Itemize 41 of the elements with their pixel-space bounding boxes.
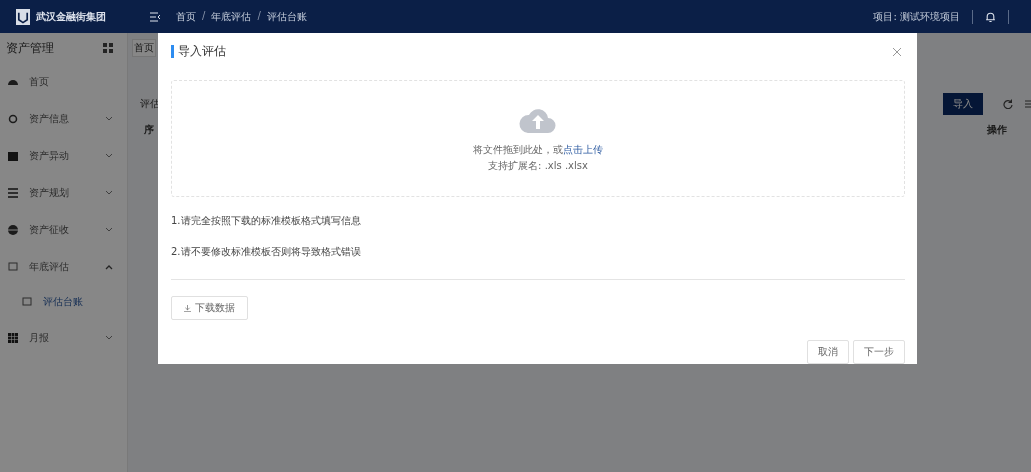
instruction-text: 2.请不要修改标准模板否则将导致格式错误 bbox=[171, 245, 362, 260]
download-icon bbox=[184, 304, 191, 312]
upload-area[interactable]: 将文件拖到此处，或点击上传 支持扩展名: .xls .xlsx bbox=[171, 80, 905, 198]
upload-link[interactable]: 点击上传 bbox=[563, 143, 603, 155]
table-icon bbox=[8, 332, 18, 343]
upload-hint: 将文件拖到此处，或点击上传 bbox=[473, 142, 603, 157]
sidebar-item[interactable]: 月报 bbox=[0, 319, 127, 356]
breadcrumb-separator: / bbox=[257, 9, 261, 23]
breadcrumb-separator: / bbox=[202, 9, 206, 23]
download-button[interactable]: 下载数据 bbox=[171, 296, 248, 320]
dialog-button[interactable]: 下一步 bbox=[853, 340, 905, 364]
menu-icon[interactable] bbox=[150, 11, 162, 22]
sidebar-item[interactable]: 资产信息 bbox=[0, 100, 127, 137]
dialog-button[interactable]: 取消 bbox=[807, 340, 849, 364]
import-button[interactable]: 导入 bbox=[943, 93, 983, 115]
close-icon[interactable] bbox=[893, 47, 901, 56]
sidebar-subitem[interactable]: 评估台账 bbox=[0, 285, 127, 319]
window-icon bbox=[22, 297, 32, 307]
logo-icon bbox=[16, 8, 30, 25]
column-header: 操作 bbox=[987, 123, 1007, 137]
dialog-title: 导入评估 bbox=[171, 45, 226, 58]
bell-icon[interactable] bbox=[985, 11, 996, 22]
column-header: 序 bbox=[144, 123, 154, 137]
grid-icon[interactable] bbox=[103, 43, 113, 53]
sidebar-title: 资产管理 bbox=[6, 39, 54, 57]
sidebar-item[interactable]: 资产异动 bbox=[0, 137, 127, 174]
list-icon bbox=[8, 187, 18, 198]
sidebar-item[interactable]: 年底评估 bbox=[0, 248, 127, 285]
breadcrumb-link[interactable]: 评估台账 bbox=[266, 9, 307, 24]
sidebar-item[interactable]: 资产征收 bbox=[0, 211, 127, 248]
breadcrumb-link[interactable]: 首页 bbox=[176, 9, 196, 24]
sidebar-item[interactable]: 首页 bbox=[0, 63, 127, 100]
format-hint: 支持扩展名: .xls .xlsx bbox=[488, 158, 588, 173]
sidebar-item[interactable]: 资产规划 bbox=[0, 174, 127, 211]
instruction-text: 1.请完全按照下载的标准模板格式填写信息 bbox=[171, 214, 362, 229]
breadcrumb-link[interactable]: 年底评估 bbox=[211, 9, 252, 24]
refresh-icon[interactable] bbox=[1003, 99, 1013, 109]
logo-text: 武汉金融街集团 bbox=[36, 9, 106, 24]
window-icon bbox=[8, 261, 18, 272]
page-tab[interactable]: 首页 bbox=[132, 39, 156, 57]
project-label: 项目: 测试环境项目 bbox=[873, 9, 960, 24]
